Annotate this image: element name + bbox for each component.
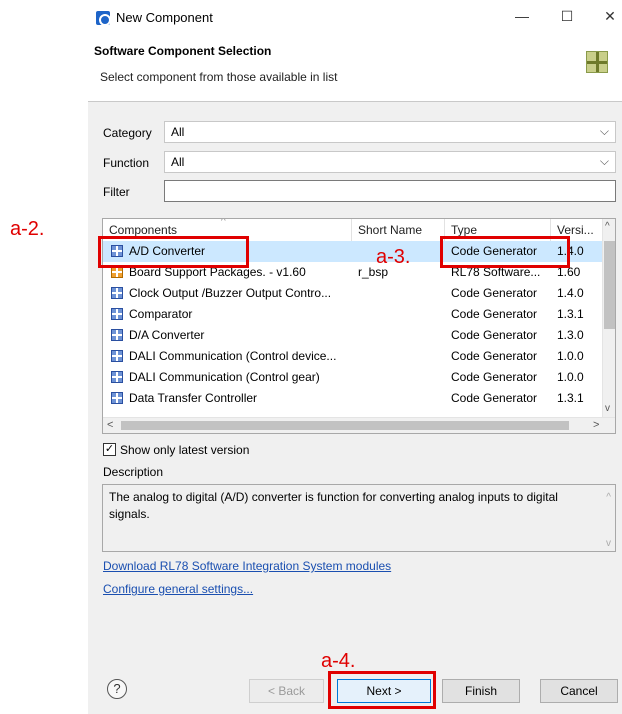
annotation-a4-box	[328, 671, 436, 709]
function-label: Function	[103, 156, 150, 170]
column-header-short-name[interactable]: Short Name	[352, 219, 445, 241]
chevron-down-icon: ⌵	[599, 124, 609, 138]
component-icon	[111, 329, 123, 341]
cell-type: Code Generator	[451, 307, 538, 321]
annotation-a4-label: a-4.	[321, 650, 356, 672]
page-subtitle: Select component from those available in…	[100, 70, 338, 84]
cell-version: 1.0.0	[557, 370, 584, 384]
cell-short-name	[358, 367, 444, 388]
description-box: The analog to digital (A/D) converter is…	[102, 484, 616, 552]
cell-component-name: Clock Output /Buzzer Output Contro...	[129, 286, 332, 300]
cell-version: 1.3.1	[557, 391, 584, 405]
component-icon	[111, 287, 123, 299]
category-value: All	[171, 125, 185, 139]
cell-short-name	[358, 304, 444, 325]
category-select[interactable]: All ⌵	[164, 121, 616, 143]
component-icon	[111, 392, 123, 404]
cell-type: Code Generator	[451, 391, 538, 405]
component-grid-icon	[586, 51, 608, 73]
cell-short-name	[358, 346, 444, 367]
cell-short-name	[358, 388, 444, 409]
scroll-down-icon[interactable]: v	[605, 403, 610, 414]
app-icon	[96, 11, 111, 26]
configure-settings-link[interactable]: Configure general settings...	[103, 582, 253, 596]
scroll-left-icon[interactable]: <	[107, 419, 113, 431]
cell-component-name: DALI Communication (Control device...	[129, 349, 337, 363]
close-button[interactable]: ✕	[598, 6, 622, 26]
cell-component-name: Data Transfer Controller	[129, 391, 258, 405]
vertical-scroll-thumb[interactable]	[604, 241, 615, 329]
cancel-button[interactable]: Cancel	[540, 679, 618, 703]
component-icon	[111, 371, 123, 383]
annotation-a2-label: a-2.	[10, 218, 45, 240]
function-select[interactable]: All ⌵	[164, 151, 616, 173]
table-row[interactable]: Clock Output /Buzzer Output Contro... Cod…	[103, 283, 603, 304]
minimize-button[interactable]: —	[510, 6, 534, 26]
annotation-a3-box	[440, 236, 570, 268]
finish-button[interactable]: Finish	[442, 679, 520, 703]
cell-short-name	[358, 325, 444, 346]
back-button[interactable]: < Back	[249, 679, 324, 703]
chevron-down-icon: ⌵	[599, 154, 609, 168]
category-label: Category	[103, 126, 152, 140]
cell-type: Code Generator	[451, 349, 538, 363]
scroll-up-icon[interactable]: ^	[605, 221, 610, 232]
component-icon	[111, 308, 123, 320]
component-icon	[111, 350, 123, 362]
show-latest-label[interactable]: Show only latest version	[120, 443, 249, 457]
table-row[interactable]: D/A Converter Code Generator 1.3.0	[103, 325, 603, 346]
cell-component-name: DALI Communication (Control gear)	[129, 370, 320, 384]
table-row[interactable]: Comparator Code Generator 1.3.1	[103, 304, 603, 325]
cell-short-name	[358, 283, 444, 304]
description-text: The analog to digital (A/D) converter is…	[109, 490, 558, 521]
cell-type: Code Generator	[451, 286, 538, 300]
scroll-down-icon[interactable]: v	[606, 535, 611, 552]
filter-input[interactable]	[164, 180, 616, 202]
horizontal-scroll-thumb[interactable]	[121, 421, 569, 430]
scroll-right-icon[interactable]: >	[593, 419, 599, 431]
table-row[interactable]: Data Transfer Controller Code Generator 1.…	[103, 388, 603, 409]
help-icon[interactable]: ?	[107, 679, 127, 699]
cell-type: Code Generator	[451, 370, 538, 384]
cell-version: 1.0.0	[557, 349, 584, 363]
checkmark-icon: ✓	[104, 443, 115, 455]
scroll-up-icon[interactable]: ^	[606, 489, 611, 506]
table-row[interactable]: DALI Communication (Control gear) Code Ge…	[103, 367, 603, 388]
description-label: Description	[103, 465, 164, 479]
annotation-a2-box	[98, 236, 249, 268]
cell-version: 1.4.0	[557, 286, 584, 300]
cell-version: 1.3.1	[557, 307, 584, 321]
cell-component-name: D/A Converter	[129, 328, 205, 342]
table-row[interactable]: DALI Communication (Control device... Cod…	[103, 346, 603, 367]
cell-type: Code Generator	[451, 328, 538, 342]
page-title: Software Component Selection	[94, 44, 272, 58]
download-modules-link[interactable]: Download RL78 Software Integration Syste…	[103, 559, 391, 573]
cell-version: 1.3.0	[557, 328, 584, 342]
window-title: New Component	[116, 10, 213, 25]
maximize-button[interactable]: ☐	[555, 6, 579, 26]
sort-ascending-icon: ^	[221, 218, 226, 227]
function-value: All	[171, 155, 185, 169]
show-latest-checkbox[interactable]: ✓	[103, 443, 116, 456]
annotation-a3-label: a-3.	[376, 246, 411, 268]
filter-label: Filter	[103, 185, 130, 199]
cell-component-name: Comparator	[129, 307, 193, 321]
